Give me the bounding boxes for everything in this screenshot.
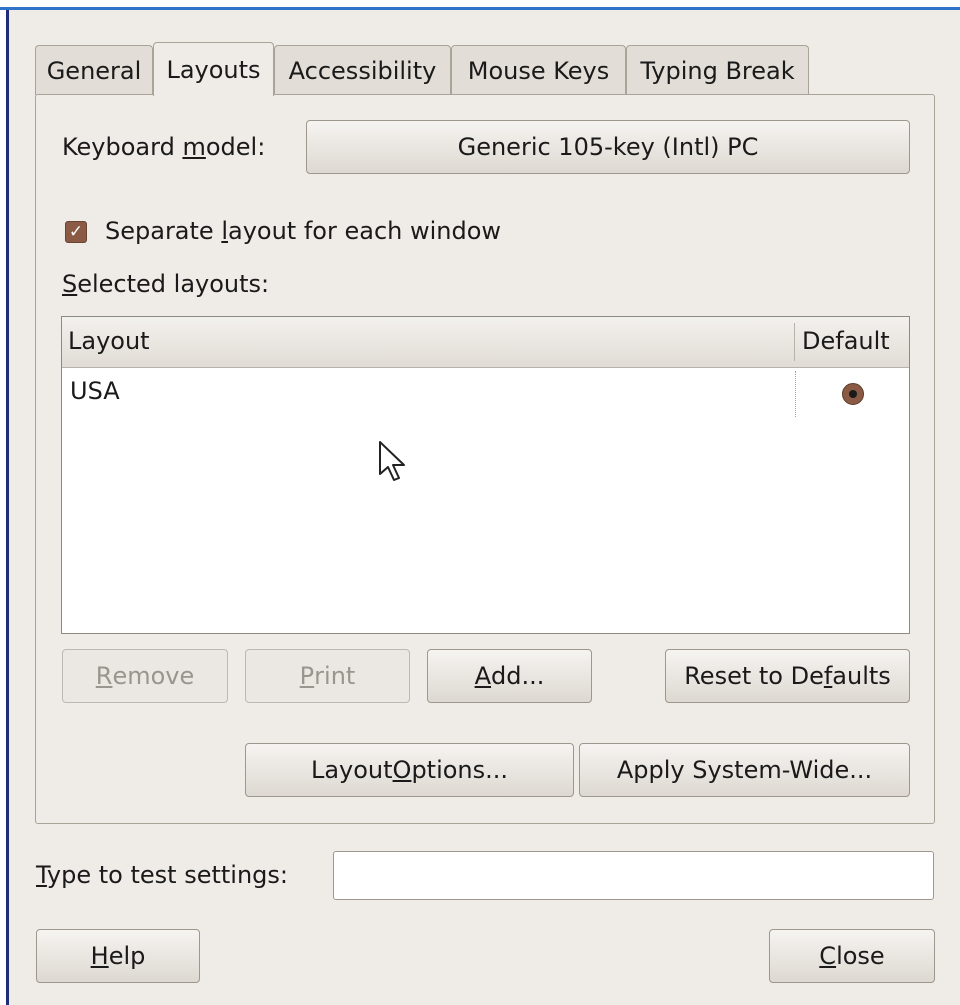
selected-layouts-label: Selected layouts: [62, 270, 270, 298]
column-header-layout[interactable]: Layout [68, 327, 150, 355]
column-header-default[interactable]: Default [802, 327, 890, 355]
reset-to-defaults-button[interactable]: Reset to De f aults [665, 649, 910, 703]
separate-layout-checkbox[interactable]: ✓ [65, 221, 87, 243]
radio-selected-indicator [849, 390, 857, 398]
default-radio-button[interactable] [842, 383, 864, 405]
keyboard-model-label: Keyboard model: [62, 133, 266, 161]
print-button[interactable]: Print [245, 649, 410, 703]
remove-button[interactable]: Remove [62, 649, 228, 703]
table-row-layout-cell[interactable]: USA [70, 377, 120, 405]
tab-typing-break[interactable]: Typing Break [626, 45, 809, 95]
tab-accessibility[interactable]: Accessibility [274, 45, 451, 95]
add-button[interactable]: Add... [427, 649, 592, 703]
mouse-cursor-icon [379, 441, 405, 481]
tab-mouse-keys[interactable]: Mouse Keys [451, 45, 626, 95]
apply-system-wide-button[interactable]: Apply System-Wide... [579, 743, 910, 797]
close-button[interactable]: Close [769, 929, 935, 983]
help-button[interactable]: Help [36, 929, 200, 983]
window-frame-left [0, 10, 9, 1005]
tab-layouts[interactable]: Layouts [153, 42, 274, 96]
column-divider [794, 323, 795, 361]
tab-general[interactable]: General [35, 45, 153, 95]
test-settings-input[interactable] [333, 851, 934, 900]
window-frame-top [0, 0, 960, 10]
cell-divider [795, 371, 796, 417]
separate-layout-label[interactable]: Separate layout for each window [105, 217, 501, 245]
layout-options-button[interactable]: Layout Options... [245, 743, 574, 797]
table-header: Layout Default [62, 317, 909, 368]
layouts-table[interactable]: Layout Default USA [61, 316, 910, 634]
test-settings-label: Type to test settings: [36, 861, 288, 889]
keyboard-model-button[interactable]: Generic 105-key (Intl) PC [306, 120, 910, 174]
